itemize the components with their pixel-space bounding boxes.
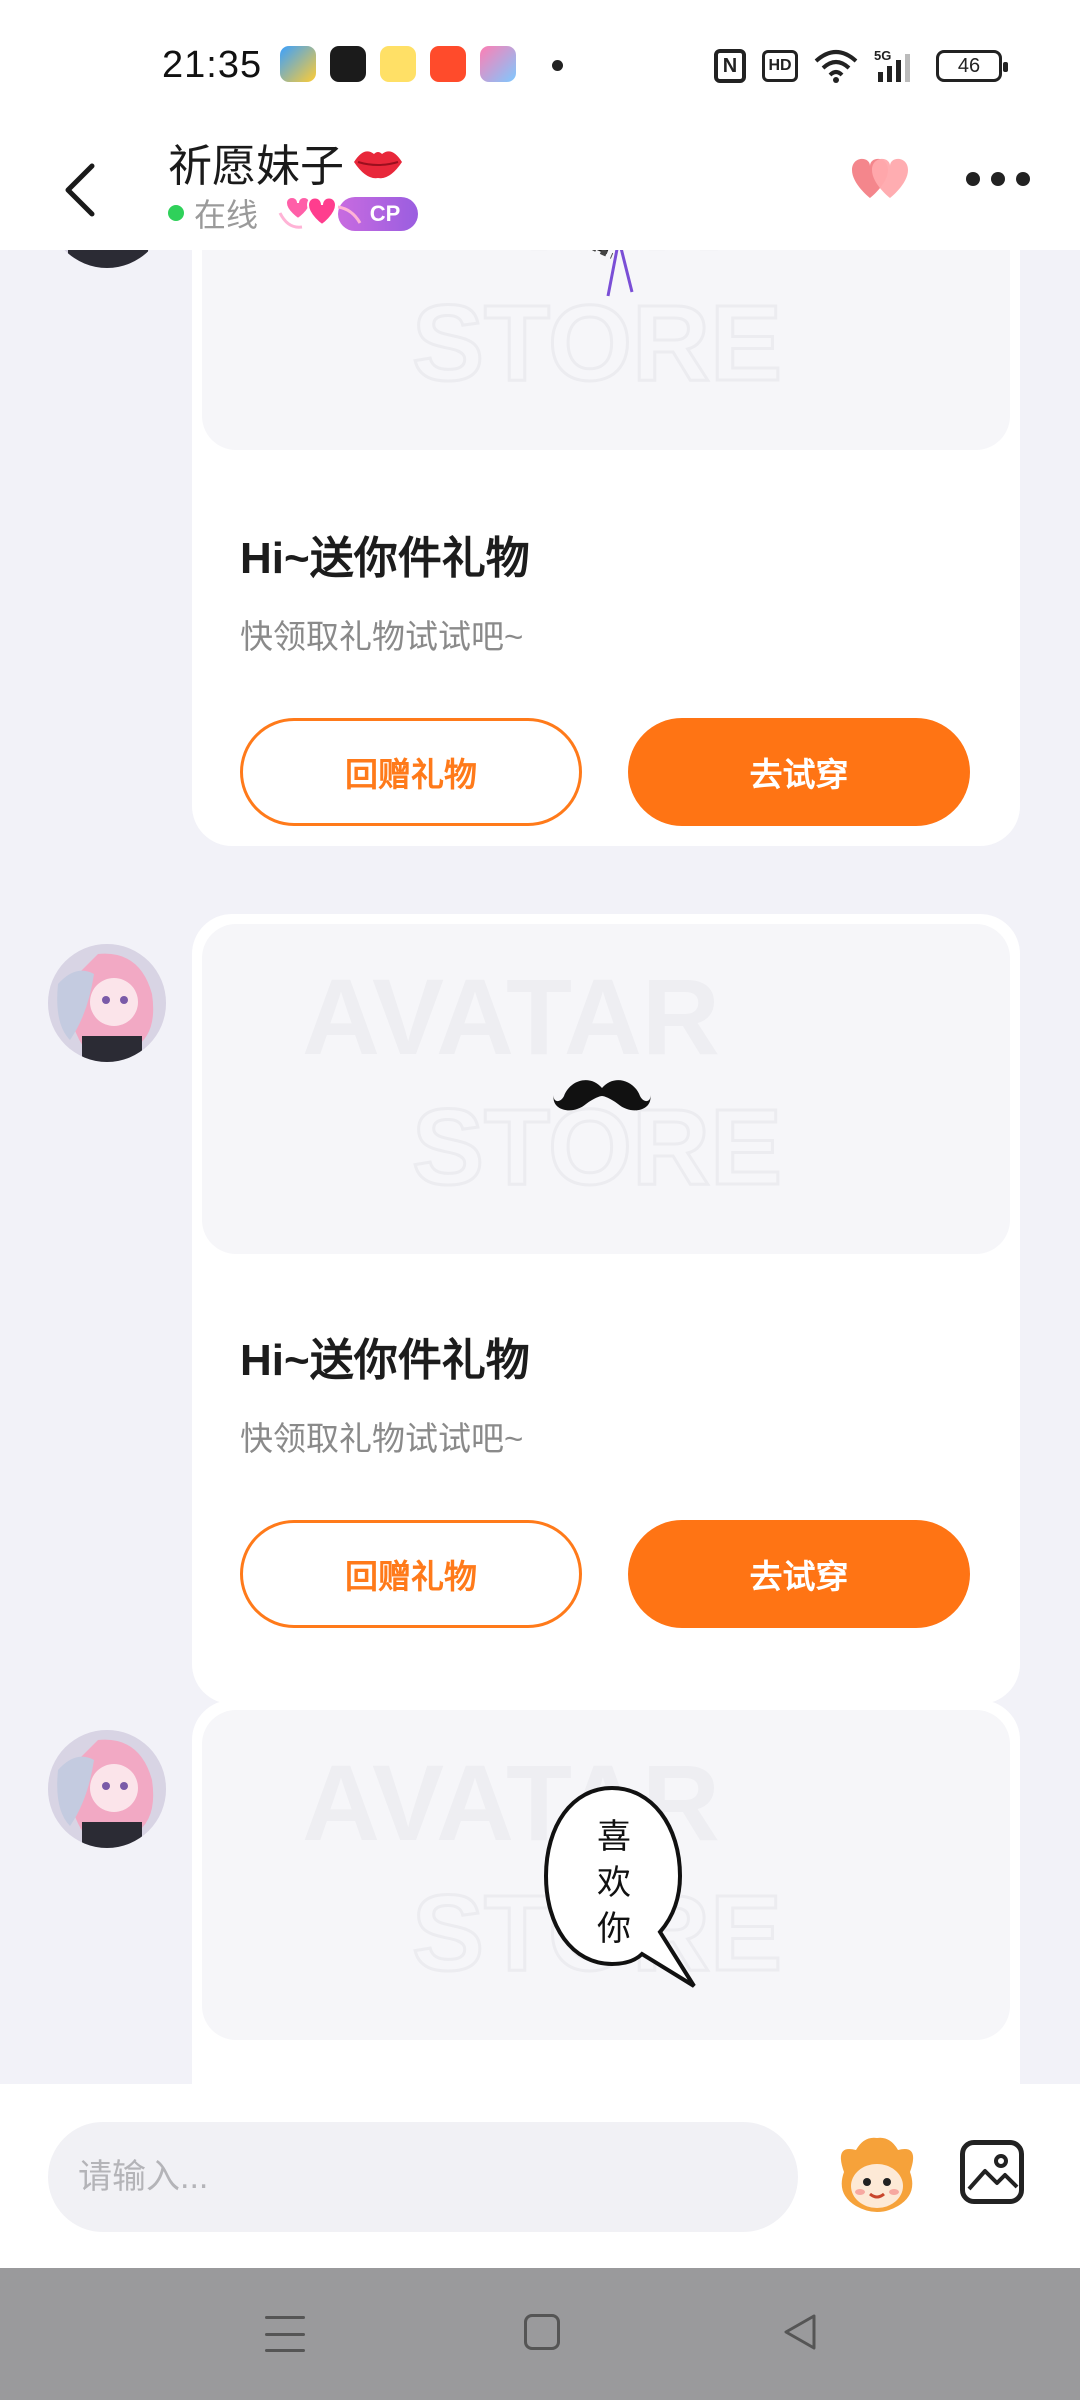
- message-input[interactable]: [48, 2122, 798, 2232]
- more-dot: [1016, 172, 1030, 186]
- avatar-image: [48, 1730, 166, 1848]
- gift-title: Hi~送你件礼物: [240, 1336, 530, 1385]
- online-indicator: [168, 205, 184, 221]
- sender-avatar[interactable]: [48, 1730, 166, 1848]
- menu-line: [265, 2316, 305, 2319]
- gift-preview[interactable]: AVATAR STORE: [202, 250, 1010, 450]
- hd-icon: HD: [762, 50, 798, 82]
- sender-avatar[interactable]: [48, 944, 166, 1062]
- intimacy-heart-icon[interactable]: [844, 152, 920, 208]
- more-options-button[interactable]: [966, 164, 1030, 194]
- svg-text:欢: 欢: [597, 1863, 631, 1903]
- nfc-icon: N: [714, 49, 746, 83]
- notification-icons: [280, 46, 516, 82]
- sender-avatar[interactable]: [48, 250, 166, 268]
- status-time: 21:35: [162, 44, 263, 86]
- status-bar: 21:35 N HD 5G 46: [0, 0, 1080, 130]
- gift-title: Hi~送你件礼物: [240, 534, 530, 583]
- system-icons: N HD 5G 46: [714, 48, 1008, 84]
- mascot-sticker-icon[interactable]: [834, 2132, 920, 2218]
- contact-name: 祈愿妹子: [168, 142, 344, 191]
- cp-hearts-icon: [278, 196, 362, 229]
- back-triangle-icon[interactable]: [780, 2312, 820, 2352]
- more-notifications-dot: [552, 60, 563, 71]
- image-picker-button[interactable]: [960, 2140, 1024, 2204]
- svg-text:5G: 5G: [874, 48, 891, 63]
- menu-line: [265, 2349, 305, 2352]
- back-button[interactable]: [50, 150, 110, 230]
- hundred-app-icon: [380, 46, 416, 82]
- signal-icon: 5G: [874, 48, 910, 82]
- system-navigation-bar: [0, 2268, 1080, 2400]
- mustache-icon: [553, 1080, 651, 1111]
- more-dot: [966, 172, 980, 186]
- gift-preview[interactable]: AVATAR STORE 喜 欢 你: [202, 1710, 1010, 2040]
- battery-icon: 46: [936, 50, 1008, 82]
- gift-subtitle: 快领取礼物试试吧~: [240, 618, 524, 655]
- return-gift-button[interactable]: 回赠礼物: [240, 1520, 582, 1628]
- svg-text:你: 你: [597, 1909, 631, 1949]
- speech-bubble-sticker-icon: 喜 欢 你: [543, 1785, 696, 1988]
- gift-preview[interactable]: AVATAR STORE: [202, 924, 1010, 1254]
- chat-header: 祈愿妹子 在线 CP: [0, 130, 1080, 250]
- gift-message-card: AVATAR STORE Hi~送你件礼物 快领取礼物试试吧~ 回赠礼物 去试穿: [192, 914, 1020, 1704]
- try-on-button[interactable]: 去试穿: [628, 1520, 970, 1628]
- avatar-image: [48, 944, 166, 1062]
- svg-text:AVATAR: AVATAR: [302, 956, 720, 1077]
- svg-text:喜: 喜: [597, 1817, 631, 1857]
- gift-message-card: AVATAR STORE 喜 欢 你: [192, 1700, 1020, 2084]
- recent-apps-button[interactable]: [265, 2316, 305, 2352]
- image-icon: [967, 2154, 1019, 2191]
- music-app-icon: [330, 46, 366, 82]
- lace-headband-icon: [592, 250, 634, 297]
- avatar-image: [48, 250, 166, 268]
- more-dot: [991, 172, 1005, 186]
- message-list[interactable]: AVATAR STORE Hi~送你件礼物 快领取礼物试试吧~ 回赠礼物 去试穿: [0, 250, 1080, 2084]
- chevron-left-icon: [65, 163, 95, 217]
- lips-icon: [354, 151, 402, 179]
- cp-badge[interactable]: CP: [278, 193, 419, 233]
- contact-title[interactable]: 祈愿妹子: [168, 130, 406, 194]
- try-on-button[interactable]: 去试穿: [628, 718, 970, 826]
- wifi-icon: [814, 50, 858, 83]
- gift-message-card: AVATAR STORE Hi~送你件礼物 快领取礼物试试吧~ 回赠礼物 去试穿: [192, 250, 1020, 846]
- contact-status-row: 在线 CP: [168, 190, 419, 236]
- puzzle-app-icon: [480, 46, 516, 82]
- return-gift-button[interactable]: 回赠礼物: [240, 718, 582, 826]
- home-button[interactable]: [524, 2314, 560, 2350]
- video-app-icon: [430, 46, 466, 82]
- weather-app-icon: [280, 46, 316, 82]
- menu-line: [265, 2332, 305, 2336]
- online-status: 在线: [194, 197, 259, 233]
- svg-text:STORE: STORE: [412, 282, 782, 403]
- gift-subtitle: 快领取礼物试试吧~: [240, 1420, 524, 1457]
- message-input-bar: [0, 2084, 1080, 2268]
